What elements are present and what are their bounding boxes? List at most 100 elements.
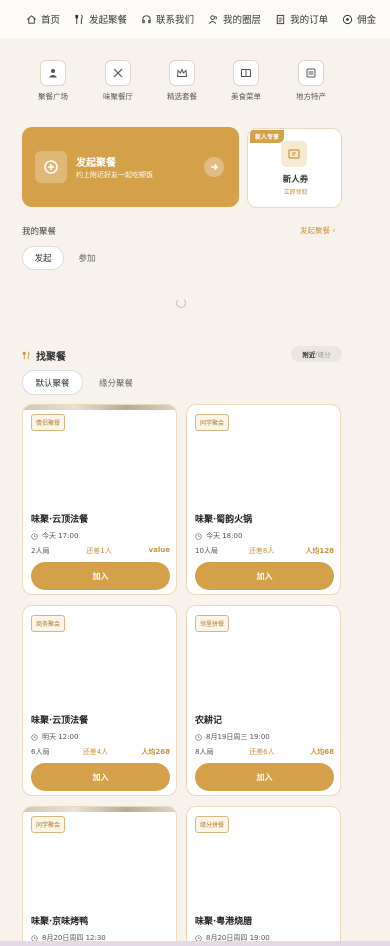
tab-default-meals[interactable]: 默认聚餐 xyxy=(22,370,83,395)
card-time-text: 今天 18:00 xyxy=(206,532,243,540)
nav-orders[interactable]: 我的订单 xyxy=(275,12,328,26)
fork-knife-icon xyxy=(22,351,30,360)
join-button[interactable]: 加入 xyxy=(195,562,334,590)
card-people: 8人局 xyxy=(195,748,214,756)
meal-card[interactable]: 同学聚会 味聚·蜀韵火锅 今天 18:00 10人局 还差8人 人均128 加入 xyxy=(186,404,341,595)
card-stats: 6人局 还差4人 人均268 xyxy=(31,747,170,757)
nav-home[interactable]: 首页 xyxy=(26,12,60,26)
join-button[interactable]: 加入 xyxy=(31,562,170,590)
card-stats: 2人局 还差1人 value xyxy=(31,546,170,556)
nav-launch[interactable]: 发起聚餐 xyxy=(74,12,127,26)
utensils-icon xyxy=(113,68,123,78)
category-menu[interactable]: 美食菜单 xyxy=(216,60,276,102)
card-remain: 还差1人 xyxy=(86,547,112,555)
new-user-coupon[interactable]: 新人专享 新人券 立即领取 xyxy=(247,128,342,208)
crown-icon xyxy=(176,68,188,77)
nav-launch-label: 发起聚餐 xyxy=(89,15,128,26)
card-price: value xyxy=(148,546,170,554)
card-name: 味聚·蜀韵火锅 xyxy=(195,515,253,525)
card-badge: 同学聚会 xyxy=(31,816,66,833)
coin-icon xyxy=(342,14,353,24)
tab-initiated[interactable]: 发起 xyxy=(22,246,64,270)
people-icon xyxy=(49,69,57,78)
loading-spinner-icon xyxy=(176,298,186,308)
users-icon xyxy=(209,14,217,24)
category-packages[interactable]: 精选套餐 xyxy=(152,60,212,102)
card-price: 人均68 xyxy=(310,748,334,756)
card-badge: 商务聚会 xyxy=(31,615,66,632)
card-time: 今天 17:00 xyxy=(31,531,78,541)
category-square[interactable]: 聚餐广场 xyxy=(23,60,83,102)
nav-home-label: 首页 xyxy=(41,15,61,26)
card-time-text: 今天 17:00 xyxy=(42,532,79,540)
card-time: 8月19日周三 19:00 xyxy=(195,732,270,742)
card-remain: 还差8人 xyxy=(248,547,275,555)
category-restaurant[interactable]: 味聚餐厅 xyxy=(88,60,148,102)
home-icon xyxy=(27,14,36,24)
top-nav: 首页 发起聚餐 联系我们 我的圈层 我的订单 佣金 xyxy=(0,0,390,38)
card-people: 2人局 xyxy=(31,547,50,555)
document-icon xyxy=(276,14,285,24)
category-label: 美食菜单 xyxy=(231,92,261,101)
card-time-text: 8月19日周三 19:00 xyxy=(206,733,270,741)
toggle-nearby[interactable]: 附近 xyxy=(302,349,315,359)
ticket-icon xyxy=(281,141,307,167)
list-icon xyxy=(306,68,316,78)
find-meals-title: 找聚餐 xyxy=(22,348,66,363)
category-label: 味聚餐厅 xyxy=(103,92,133,101)
nav-commission[interactable]: 佣金 xyxy=(342,12,376,26)
bottom-edge xyxy=(0,941,390,946)
nearby-fate-toggle[interactable]: 附近 / 缘分 xyxy=(291,346,342,362)
plus-circle-icon xyxy=(35,151,67,183)
card-stats: 10人局 还差8人 人均128 xyxy=(195,546,334,556)
category-specialty[interactable]: 地方特产 xyxy=(281,60,341,102)
category-label: 地方特产 xyxy=(296,92,326,101)
tab-fate-meals[interactable]: 缘分聚餐 xyxy=(89,370,143,395)
meal-card[interactable]: 邻里拼餐 农耕记 8月19日周三 19:00 8人局 还差6人 人均68 加入 xyxy=(186,605,341,796)
join-button[interactable]: 加入 xyxy=(31,763,170,791)
fork-knife-icon xyxy=(75,14,83,24)
card-remain: 还差4人 xyxy=(82,748,109,756)
card-people: 10人局 xyxy=(195,547,218,555)
launch-meal-banner[interactable]: 发起聚餐 约上附近好友一起吃顿饭 xyxy=(22,127,239,207)
card-time: 今天 18:00 xyxy=(195,531,242,541)
coupon-claim-link[interactable]: 立即领取 xyxy=(248,187,343,196)
card-time-text: 明天 12:00 xyxy=(42,733,79,741)
coupon-title: 新人券 xyxy=(282,175,309,185)
book-icon xyxy=(241,69,251,77)
headset-icon xyxy=(142,14,151,23)
card-name: 味聚·京味烤鸭 xyxy=(31,917,89,927)
launch-meal-link[interactable]: 发起聚餐 › xyxy=(300,225,335,236)
my-meals-title: 我的聚餐 xyxy=(22,227,57,237)
tab-joined[interactable]: 参加 xyxy=(70,246,104,270)
join-button[interactable]: 加入 xyxy=(195,763,334,791)
card-remain: 还差6人 xyxy=(249,748,275,756)
meal-card[interactable]: 同学聚会 味聚·京味烤鸭 8月20日周四 12:30 xyxy=(22,806,177,946)
coupon-tag: 新人专享 xyxy=(250,130,285,143)
nav-circle[interactable]: 我的圈层 xyxy=(208,12,261,26)
launch-subtitle: 约上附近好友一起吃顿饭 xyxy=(76,171,153,179)
meal-card[interactable]: 缘分拼餐 味聚·粤港烧腊 8月20日周四 19:00 xyxy=(186,806,341,946)
card-time: 明天 12:00 xyxy=(31,732,78,742)
card-people: 6人局 xyxy=(31,748,50,756)
nav-commission-label: 佣金 xyxy=(357,15,377,26)
card-badge: 邻里拼餐 xyxy=(195,615,230,632)
card-name: 味聚·粤港烧腊 xyxy=(195,917,253,927)
card-name: 味聚·云顶法餐 xyxy=(31,515,89,525)
category-label: 聚餐广场 xyxy=(38,92,68,101)
meal-card[interactable]: 情侣聚餐 味聚·云顶法餐 今天 17:00 2人局 还差1人 value 加入 xyxy=(22,404,177,595)
meal-card[interactable]: 商务聚会 味聚·云顶法餐 明天 12:00 6人局 还差4人 人均268 加入 xyxy=(22,605,177,796)
card-badge: 情侣聚餐 xyxy=(31,414,66,431)
nav-contact-label: 联系我们 xyxy=(156,15,195,26)
card-name: 味聚·云顶法餐 xyxy=(31,716,89,726)
toggle-fate[interactable]: 缘分 xyxy=(318,349,331,359)
arrow-right-icon[interactable] xyxy=(204,157,224,177)
clock-icon xyxy=(31,733,38,741)
clock-icon xyxy=(195,532,202,540)
category-label: 精选套餐 xyxy=(167,92,197,101)
card-price: 人均128 xyxy=(305,547,334,555)
card-badge: 同学聚会 xyxy=(195,414,230,431)
card-price: 人均268 xyxy=(141,748,170,756)
launch-title: 发起聚餐 xyxy=(76,158,116,169)
nav-contact[interactable]: 联系我们 xyxy=(141,12,194,26)
